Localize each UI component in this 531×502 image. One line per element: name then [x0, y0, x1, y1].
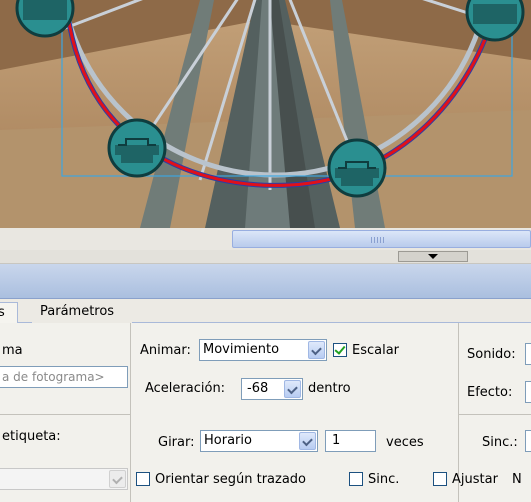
scrollbar-thumb[interactable]: [232, 230, 531, 248]
sound-select[interactable]: [525, 343, 531, 365]
rotate-label: Girar:: [158, 435, 195, 450]
ease-label: Aceleración:: [145, 381, 226, 396]
horizontal-scrollbar[interactable]: [0, 228, 531, 250]
sync-label: Sinc.: [368, 472, 400, 487]
cabin-center: [327, 138, 387, 198]
scale-label: Escalar: [352, 343, 400, 358]
tab-parameters[interactable]: Parámetros: [32, 302, 132, 323]
ease-direction-label: dentro: [308, 381, 351, 396]
orient-to-path-label: Orientar según trazado: [155, 472, 307, 487]
panel-collapse-bar: [0, 250, 531, 264]
animate-select[interactable]: Movimiento: [199, 339, 327, 361]
collapse-panel-button[interactable]: [398, 251, 468, 262]
sound-sync-label: Sinc.:: [482, 435, 518, 450]
animate-label: Animar:: [140, 343, 191, 358]
cabin-right: [465, 0, 525, 42]
frame-name-input[interactable]: a de fotograma>: [0, 366, 128, 388]
sound-label: Sonido:: [467, 347, 516, 362]
snap-label: Ajustar: [452, 472, 498, 487]
snap-checkbox[interactable]: [433, 472, 447, 486]
rotate-value: Horario: [204, 433, 252, 448]
snap-trailing-text: N: [512, 472, 522, 487]
scale-checkbox[interactable]: [333, 343, 347, 357]
properties-panel-header[interactable]: [0, 264, 531, 299]
sync-checkbox[interactable]: [349, 472, 363, 486]
times-label: veces: [386, 435, 424, 450]
frame-name-label: ma: [2, 343, 23, 358]
rotate-times-input[interactable]: 1: [325, 430, 376, 452]
divider: [458, 414, 531, 415]
ease-input[interactable]: -68: [241, 378, 303, 400]
chevron-down-icon: [109, 470, 126, 488]
ease-value: -68: [247, 381, 269, 396]
effect-label: Efecto:: [467, 385, 513, 400]
animate-value: Movimiento: [203, 342, 280, 357]
tab-strip: s Parámetros: [0, 299, 531, 323]
divider: [0, 414, 130, 415]
divider: [130, 323, 131, 502]
scrollbar-grip: [371, 237, 385, 243]
properties-body: ma a de fotograma> etiqueta: Animar: Mov…: [0, 323, 531, 502]
chevron-down-icon: [299, 432, 316, 450]
label-type-label: etiqueta:: [2, 429, 61, 444]
ferris-wheel-artwork: [0, 0, 531, 228]
effect-select[interactable]: [525, 381, 531, 403]
chevron-down-icon: [308, 341, 325, 359]
stage-canvas[interactable]: [0, 0, 531, 228]
label-type-select[interactable]: [0, 468, 128, 490]
sound-sync-select[interactable]: [525, 430, 531, 452]
cabin-left: [107, 118, 167, 178]
tab-properties[interactable]: s: [0, 302, 18, 323]
chevron-down-icon: [284, 380, 301, 398]
orient-to-path-checkbox[interactable]: [136, 472, 150, 486]
rotate-select[interactable]: Horario: [200, 430, 318, 452]
